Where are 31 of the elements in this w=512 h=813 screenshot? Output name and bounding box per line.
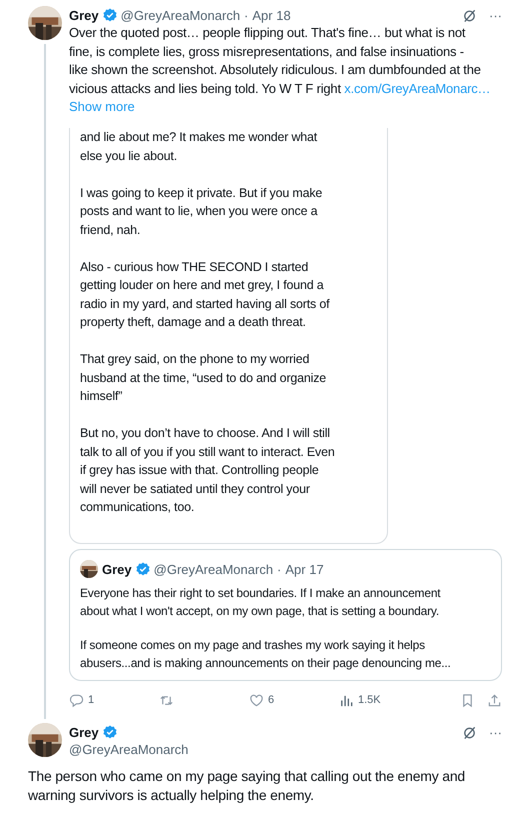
- heart-icon[interactable]: [249, 692, 264, 708]
- author-name[interactable]: Grey: [69, 724, 99, 740]
- author-handle: @GreyAreaMonarch: [154, 562, 274, 576]
- action-count: 1: [88, 694, 94, 706]
- author-handle[interactable]: @GreyAreaMonarch: [120, 8, 240, 22]
- screenshot-paragraph: Also - curious how THE SECOND I started getting louder on here and met grey, I found a radio in my yard, and started having all sorts of property theft, damage and a death threat.: [80, 258, 331, 331]
- action-count: 6: [268, 694, 274, 706]
- separator-dot: ·: [244, 8, 248, 22]
- slash-circle-icon[interactable]: [462, 724, 477, 740]
- bookmark-icon[interactable]: [460, 692, 475, 708]
- post-text: The person who came on my page saying that calling out the enemy and warning survivors is actually helping the enemy.: [28, 767, 466, 805]
- quoted-text: If someone comes on my page and trashes my work saying it helps abusers...and is making announcements on their page denouncing me...: [80, 637, 452, 672]
- screenshot-paragraph: But no, you don’t have to choose. And I will still talk to all of you if you still want to interact. Even if grey has issue with that. Controlling people will never be satiated until they control your communications, too.: [80, 425, 336, 516]
- screenshot-paragraph: and lie about me? It makes me wonder what else you lie about.: [80, 129, 318, 165]
- post-text: Over the quoted post… people flipping out. That's fine… but what is not fine, is complete lies, gross misrepresentations, and false insinuations - like shown the screenshot. Absolutely ridiculous. I am dumbfounded at the vicious attacks and lies being told. Yo W T F right x.com/GreyAreaMonarc…: [69, 24, 492, 98]
- more-button[interactable]: ···: [489, 8, 502, 22]
- author-name[interactable]: Grey: [69, 8, 99, 22]
- post-date: Apr 17: [285, 562, 324, 576]
- author-handle[interactable]: @GreyAreaMonarch: [69, 742, 502, 757]
- screenshot-paragraph: I was going to keep it private. But if you make posts and want to lie, when you were once a friend, nah.: [80, 184, 324, 238]
- quoted-post-card[interactable]: [69, 549, 502, 681]
- action-count: 1.5K: [358, 694, 381, 706]
- post-date[interactable]: Apr 18: [252, 8, 291, 22]
- screenshot-paragraph: That grey said, on the phone to my worried husband at the time, “used to do and organize himself”: [80, 351, 328, 405]
- more-button[interactable]: ···: [489, 724, 502, 740]
- share-icon[interactable]: [487, 692, 502, 708]
- quoted-text: Everyone has their right to set boundaries. If I make an announcement about what I won't accept, on my own page, that is setting a boundary.: [80, 585, 442, 620]
- slash-circle-icon[interactable]: [462, 8, 477, 22]
- reply-icon[interactable]: [69, 692, 84, 708]
- author-name: Grey: [102, 562, 132, 576]
- separator-dot: ·: [277, 562, 282, 576]
